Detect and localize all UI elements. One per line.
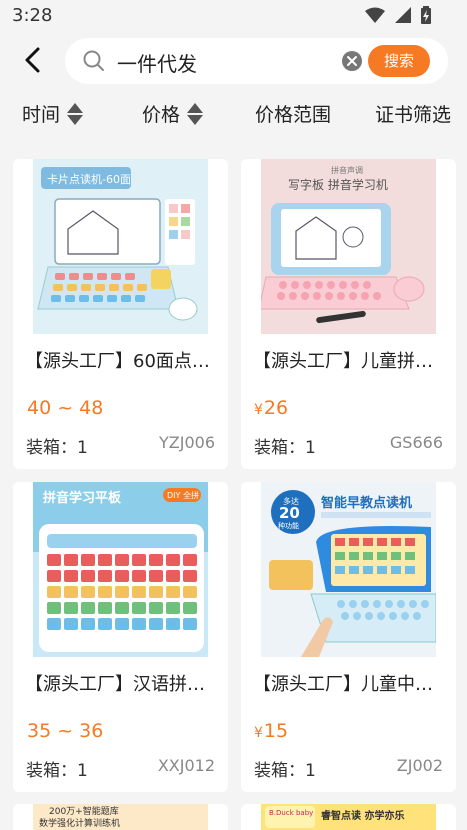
product-price: 40 ~ 48 [27,397,104,419]
header: 一件代发 搜索 [0,32,467,90]
filter-price-label: 价格 [142,104,181,126]
product-image: 拼音学习平板 DIY 全拼 [33,482,208,657]
image-badge: DIY 全拼 [167,490,199,500]
product-card[interactable]: 200万+智能题库 数学强化计算训练机 [13,804,228,830]
image-badge-num: 20 [279,504,300,522]
battery-charging-icon [421,6,431,24]
filter-bar: 时间 价格 价格范围 证书筛选 [0,92,467,134]
product-title: 【源头工厂】儿童拼音学习机 [253,351,448,372]
filter-price[interactable]: 价格 [142,100,204,127]
search-box[interactable]: 一件代发 搜索 [65,38,448,84]
back-arrow-icon[interactable] [18,45,48,75]
product-code: ZJ002 [396,756,443,775]
product-box-qty: 装箱：1 [254,438,316,458]
status-time: 3:28 [12,5,53,26]
image-caption: 写字板 拼音学习机 [288,177,388,192]
product-card[interactable]: 卡片点读机-60面 【源头工厂】60面点读机卡片 40 ~ 48 装箱：1 YZ… [13,159,228,469]
product-box-qty: 装箱：1 [254,761,316,781]
image-caption: 卡片点读机-60面 [47,172,131,186]
image-caption: 智能早教点读机 [321,495,412,511]
product-title: 【源头工厂】儿童中英文点读机 [253,674,448,695]
filter-price-range-label: 价格范围 [255,104,332,126]
filter-time-label: 时间 [22,104,61,126]
image-top-caption: 拼音声调 [331,165,363,175]
sort-arrows-icon [67,102,84,126]
product-code: XXJ012 [157,756,215,775]
filter-certificate-label: 证书筛选 [375,104,452,126]
wifi-icon [365,7,385,23]
signal-icon [395,7,411,23]
status-icons [365,6,431,24]
product-image: 卡片点读机-60面 [33,159,208,334]
product-code: YZJ006 [159,433,215,452]
image-caption: 拼音学习平板 [43,490,122,506]
clear-icon[interactable] [342,51,362,71]
product-image: 多达 20 种功能 智能早教点读机 [261,482,436,657]
image-caption: 睿智点读 亦学亦乐 [321,809,404,822]
product-price: ¥15 [254,720,289,742]
product-image: 200万+智能题库 数学强化计算训练机 [33,804,208,830]
search-input[interactable]: 一件代发 [117,48,197,77]
product-price: 35 ~ 36 [27,720,104,742]
product-card[interactable]: 拼音学习平板 DIY 全拼 【源头工厂】汉语拼音 35 ~ 36 装箱：1 XX… [13,482,228,792]
product-card[interactable]: 多达 20 种功能 智能早教点读机 【源头工厂】儿童中英文点读机 ¥1 [241,482,456,792]
product-box-qty: 装箱：1 [26,761,88,781]
product-title: 【源头工厂】60面点读机卡片 [25,351,220,372]
status-bar: 3:28 [0,0,467,32]
filter-time[interactable]: 时间 [22,100,84,127]
filter-price-range[interactable]: 价格范围 [255,100,331,127]
product-card[interactable]: 拼音声调 写字板 拼音学习机 【源头工厂】儿童拼音学习机 ¥26 装箱：1 GS… [241,159,456,469]
product-code: GS666 [389,433,443,452]
product-image: 拼音声调 写字板 拼音学习机 [261,159,436,334]
product-image: B.Duck baby 睿智点读 亦学亦乐 [261,804,436,830]
image-caption: B.Duck baby [269,809,313,817]
product-title: 【源头工厂】汉语拼音学习平板 [25,674,220,695]
product-price: ¥26 [254,397,289,419]
image-badge-bottom: 种功能 [278,521,299,530]
image-caption: 数学强化计算训练机 [39,817,120,829]
search-button[interactable]: 搜索 [368,45,430,77]
search-icon [83,50,104,71]
image-caption: 200万+智能题库 [49,805,119,817]
product-card[interactable]: B.Duck baby 睿智点读 亦学亦乐 [241,804,456,830]
sort-arrows-icon [187,102,204,126]
product-box-qty: 装箱：1 [26,438,88,458]
filter-certificate[interactable]: 证书筛选 [375,100,451,127]
